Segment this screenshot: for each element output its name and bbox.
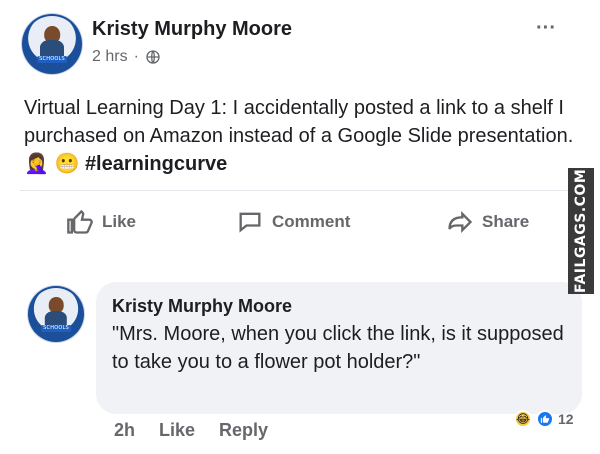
comment-author-avatar[interactable]: SCHOOLS bbox=[28, 286, 84, 342]
post-meta: 2 hrs · bbox=[92, 48, 161, 66]
share-button[interactable]: Share bbox=[446, 208, 529, 236]
reaction-summary[interactable]: 😂 12 bbox=[514, 410, 574, 428]
comment-button[interactable]: Comment bbox=[236, 208, 350, 236]
post-time[interactable]: 2 hrs bbox=[92, 48, 128, 66]
globe-icon bbox=[145, 49, 161, 65]
comment-label: Comment bbox=[272, 212, 351, 231]
comment-icon bbox=[236, 208, 264, 236]
like-label: Like bbox=[102, 212, 137, 231]
avatar-badge: SCHOOLS bbox=[41, 324, 71, 332]
post-divider bbox=[20, 190, 580, 191]
comment-author-name[interactable]: Kristy Murphy Moore bbox=[112, 296, 292, 317]
like-button[interactable]: Like bbox=[66, 208, 136, 236]
comment-bubble: Kristy Murphy Moore "Mrs. Moore, when yo… bbox=[96, 282, 582, 414]
avatar-badge: SCHOOLS bbox=[37, 56, 67, 64]
thumbs-up-icon bbox=[66, 208, 94, 236]
reaction-count: 12 bbox=[558, 411, 574, 427]
emoji-facepalm: 🤦‍♀️ bbox=[24, 153, 49, 175]
emoji-grimace: 😬 bbox=[54, 153, 80, 175]
meta-dot: · bbox=[133, 48, 139, 65]
more-icon[interactable]: ··· bbox=[526, 16, 566, 40]
watermark: FAILGAGS.COM bbox=[568, 168, 594, 294]
post-hashtag[interactable]: #learningcurve bbox=[85, 153, 227, 175]
post-text: Virtual Learning Day 1: I accidentally p… bbox=[24, 94, 576, 178]
post-author-name[interactable]: Kristy Murphy Moore bbox=[92, 18, 292, 41]
comment-actions: 2h Like Reply bbox=[114, 420, 268, 441]
share-icon bbox=[446, 208, 474, 236]
comment-text: "Mrs. Moore, when you click the link, is… bbox=[112, 323, 564, 373]
post-author-avatar[interactable]: SCHOOLS bbox=[22, 14, 82, 74]
haha-reaction-icon: 😂 bbox=[514, 410, 532, 428]
comment-time[interactable]: 2h bbox=[114, 420, 135, 441]
comment-reply-button[interactable]: Reply bbox=[219, 420, 268, 441]
comment-like-button[interactable]: Like bbox=[159, 420, 195, 441]
share-label: Share bbox=[482, 212, 530, 231]
like-reaction-icon bbox=[536, 410, 554, 428]
post-text-main: Virtual Learning Day 1: I accidentally p… bbox=[24, 97, 574, 147]
